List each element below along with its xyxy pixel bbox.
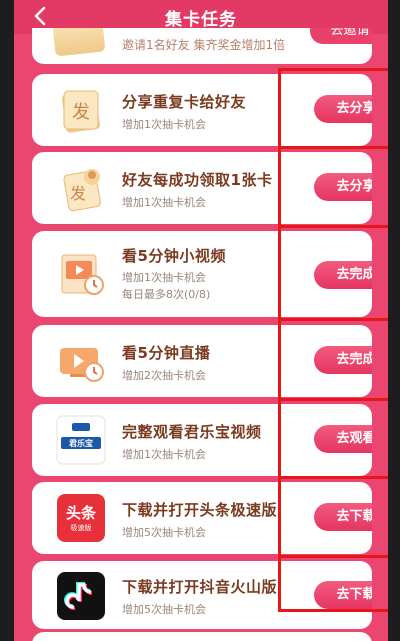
svg-text:发: 发 [72, 102, 90, 123]
task-title: 下载并打开抖音火山版 [122, 578, 278, 596]
highlight-box [278, 68, 388, 612]
share-card-icon: 发 [56, 85, 106, 135]
task-subtitle: 增加2次抽卡机会 [122, 369, 206, 382]
toutiao-logo-icon: 头条 极速版 [56, 493, 106, 543]
app-screen: 集卡任务 邀请1名好友 集齐奖金增加1倍 去邀请 发 分享重复卡给好友 增加1次… [14, 0, 388, 641]
svg-text:发: 发 [70, 184, 86, 203]
task-subtitle: 增加1次抽卡机会 [122, 196, 206, 209]
friend-card-icon: 发 [56, 163, 106, 213]
task-title: 好友每成功领取1张卡 [122, 171, 273, 189]
task-subtitle: 增加1次抽卡机会 [122, 118, 206, 131]
task-title: 下载并打开头条极速版 [122, 501, 278, 519]
invite-button[interactable]: 去邀请 [310, 28, 372, 44]
highlight-divider [281, 146, 388, 149]
task-title: 分享重复卡给好友 [122, 93, 247, 111]
task-subtitle: 增加1次抽卡机会 [122, 448, 206, 461]
task-title: 完整观看君乐宝视频 [122, 423, 262, 441]
live-icon [56, 336, 106, 386]
logo-text: 君乐宝 [69, 439, 93, 448]
task-subtitle: 增加5次抽卡机会 [122, 526, 206, 539]
junlebao-logo-icon: 君乐宝 [56, 415, 106, 465]
douyin-logo-icon [56, 571, 106, 621]
next-task-card-edge [32, 632, 372, 641]
highlight-divider [281, 225, 388, 228]
highlight-divider [281, 398, 388, 401]
task-subtitle: 邀请1名好友 集齐奖金增加1倍 [122, 38, 286, 52]
task-title: 看5分钟小视频 [122, 247, 226, 265]
screen-edge-right [388, 0, 400, 641]
task-title: 看5分钟直播 [122, 344, 211, 362]
video-icon [56, 249, 106, 299]
page-title: 集卡任务 [165, 10, 237, 30]
task-card-invite: 邀请1名好友 集齐奖金增加1倍 去邀请 [32, 28, 372, 64]
invite-card-icon [52, 28, 106, 57]
highlight-divider [281, 476, 388, 479]
logo-subtext: 极速版 [70, 524, 92, 532]
screen-edge-left [0, 0, 14, 641]
highlight-divider [281, 555, 388, 558]
highlight-divider [281, 318, 388, 321]
task-limit-text: 每日最多8次(0/8) [122, 288, 211, 301]
task-subtitle: 增加1次抽卡机会 [122, 271, 206, 284]
logo-text: 头条 [65, 504, 96, 522]
task-subtitle: 增加5次抽卡机会 [122, 603, 206, 616]
